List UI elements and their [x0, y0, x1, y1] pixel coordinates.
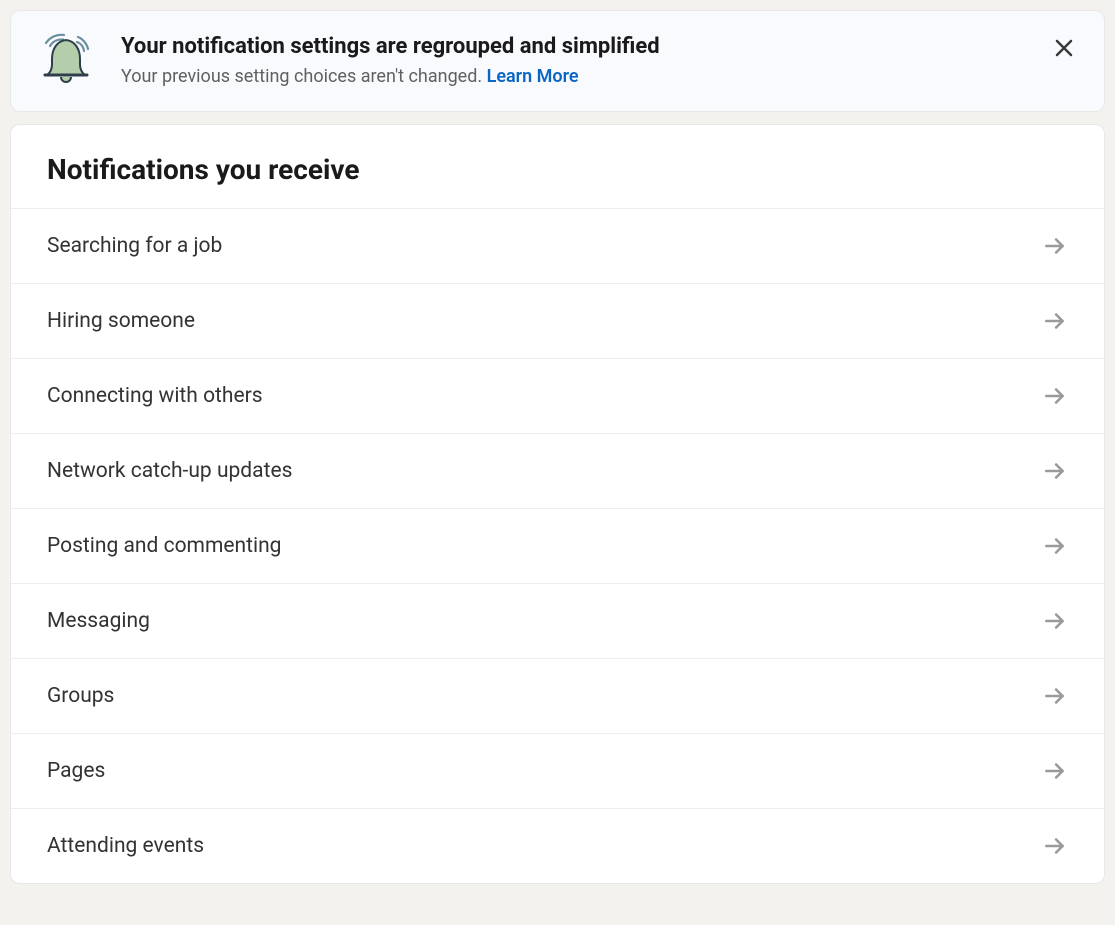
- row-label: Posting and commenting: [47, 534, 281, 558]
- arrow-right-icon: [1042, 458, 1068, 484]
- notification-row[interactable]: Groups: [11, 658, 1104, 733]
- arrow-right-icon: [1042, 683, 1068, 709]
- learn-more-link[interactable]: Learn More: [487, 66, 579, 87]
- row-label: Connecting with others: [47, 384, 263, 408]
- arrow-right-icon: [1042, 758, 1068, 784]
- banner-title: Your notification settings are regrouped…: [121, 33, 1026, 62]
- arrow-right-icon: [1042, 308, 1068, 334]
- row-label: Pages: [47, 759, 105, 783]
- row-label: Groups: [47, 684, 114, 708]
- row-label: Messaging: [47, 609, 150, 633]
- settings-update-banner: Your notification settings are regrouped…: [10, 10, 1105, 112]
- row-label: Searching for a job: [47, 234, 222, 258]
- close-icon: [1054, 38, 1074, 61]
- notification-row[interactable]: Pages: [11, 733, 1104, 808]
- notification-row[interactable]: Hiring someone: [11, 283, 1104, 358]
- card-title: Notifications you receive: [11, 125, 1104, 208]
- notification-row[interactable]: Connecting with others: [11, 358, 1104, 433]
- banner-subtext-text: Your previous setting choices aren't cha…: [121, 66, 487, 87]
- row-label: Hiring someone: [47, 309, 195, 333]
- arrow-right-icon: [1042, 833, 1068, 859]
- arrow-right-icon: [1042, 233, 1068, 259]
- notification-row[interactable]: Network catch-up updates: [11, 433, 1104, 508]
- notification-rows: Searching for a job Hiring someone Connect…: [11, 208, 1104, 883]
- notification-row[interactable]: Posting and commenting: [11, 508, 1104, 583]
- arrow-right-icon: [1042, 533, 1068, 559]
- notification-row[interactable]: Messaging: [11, 583, 1104, 658]
- arrow-right-icon: [1042, 608, 1068, 634]
- banner-subtext: Your previous setting choices aren't cha…: [121, 66, 1026, 87]
- row-label: Attending events: [47, 834, 204, 858]
- row-label: Network catch-up updates: [47, 459, 292, 483]
- notifications-card: Notifications you receive Searching for …: [10, 124, 1105, 884]
- notification-row[interactable]: Searching for a job: [11, 208, 1104, 283]
- close-banner-button[interactable]: [1048, 33, 1080, 65]
- banner-text: Your notification settings are regrouped…: [121, 29, 1026, 87]
- notification-row[interactable]: Attending events: [11, 808, 1104, 883]
- bell-icon: [35, 29, 99, 93]
- arrow-right-icon: [1042, 383, 1068, 409]
